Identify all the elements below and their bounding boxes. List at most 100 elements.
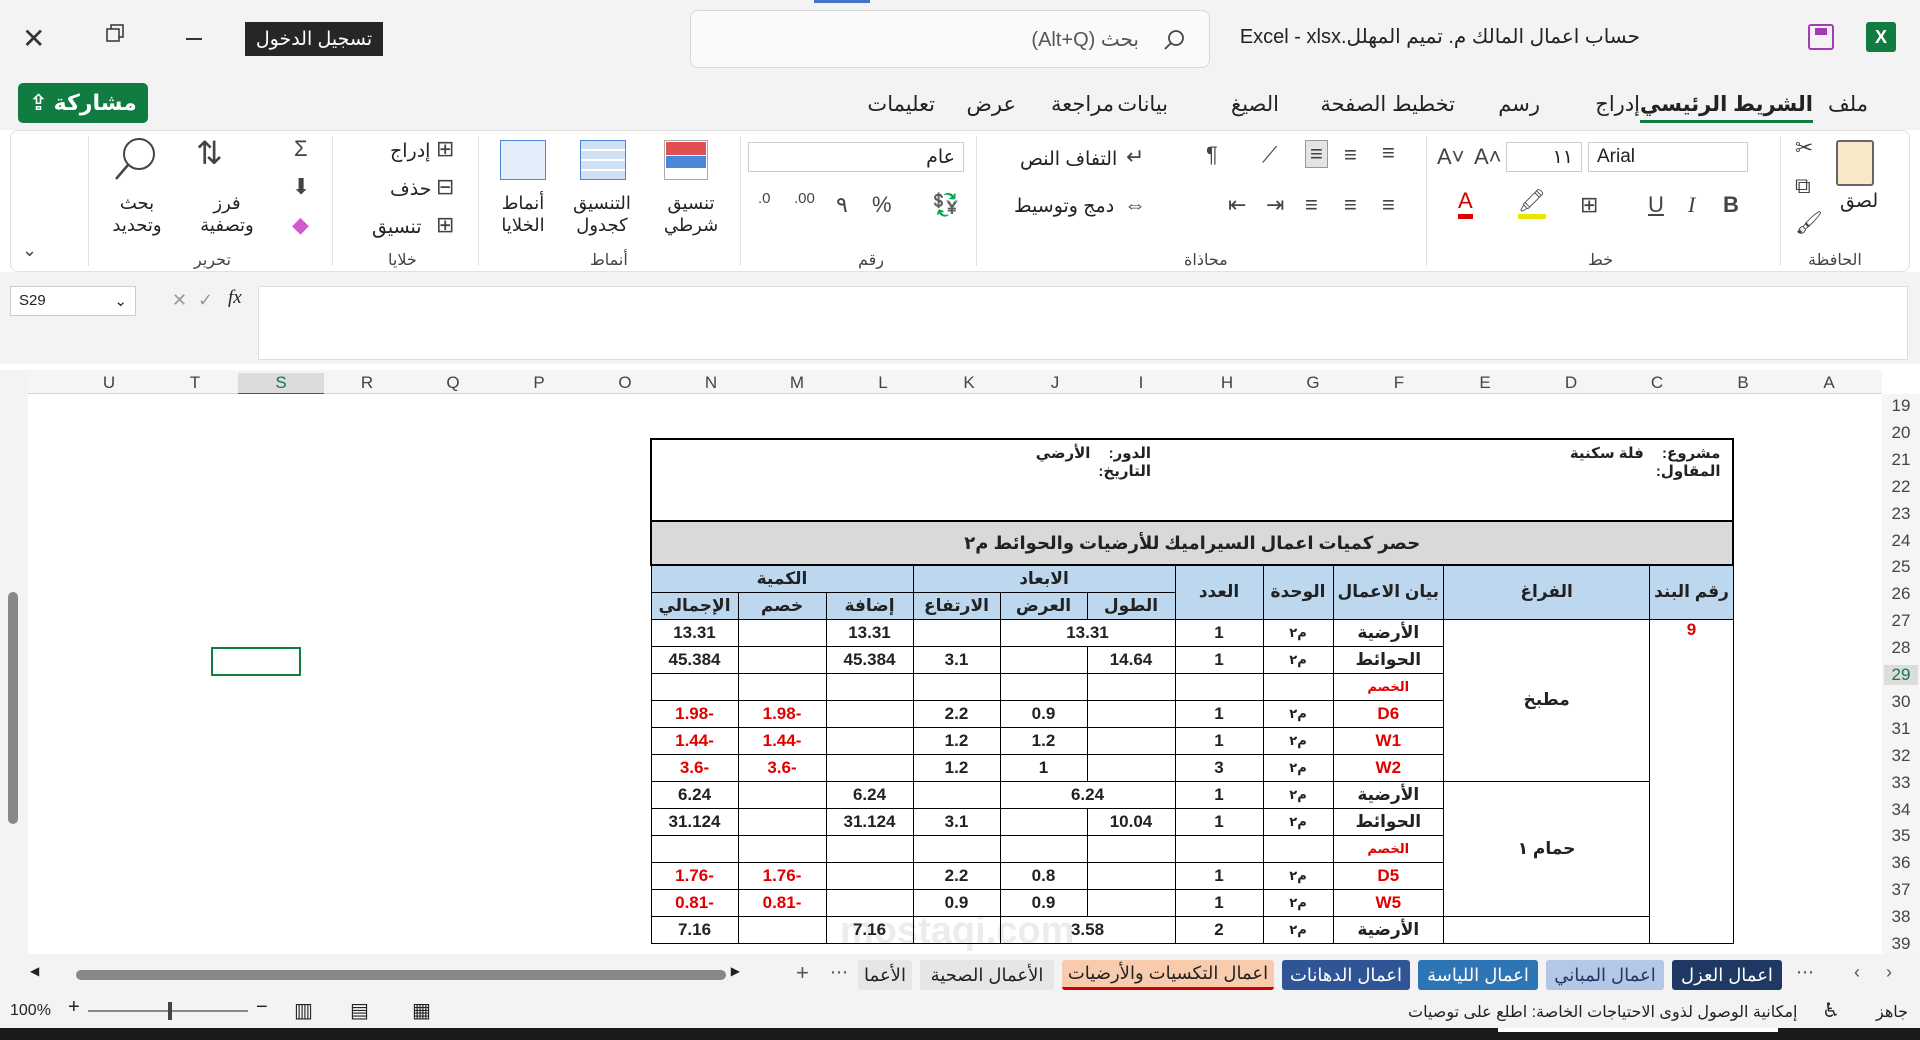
length-cell[interactable] [1086, 699, 1176, 728]
total-cell[interactable]: 7.16 [650, 915, 739, 944]
work-description[interactable]: الأرضية [1332, 915, 1445, 944]
deduction-cell[interactable] [737, 645, 827, 674]
width-cell[interactable] [999, 645, 1088, 674]
indent-icon[interactable]: ⇥ [1266, 192, 1284, 218]
count-cell[interactable] [1174, 834, 1264, 863]
deduction-cell[interactable]: -1.76 [737, 861, 827, 890]
space-name[interactable]: حمام ١ [1443, 780, 1651, 917]
row-header-22[interactable]: 22 [1884, 477, 1918, 497]
sort-filter-button[interactable]: فرز وتصفية [196, 192, 258, 236]
width-cell[interactable]: 1.2 [999, 726, 1088, 755]
length-cell[interactable] [1086, 672, 1176, 701]
count-cell[interactable]: 2 [1174, 915, 1264, 944]
format-as-table-button[interactable]: التنسيق كجدول [562, 192, 642, 236]
decrease-decimal-icon[interactable]: .0 [758, 190, 771, 207]
insert-cells-button[interactable]: إدراج [390, 140, 430, 163]
row-header-28[interactable]: 28 [1884, 638, 1918, 658]
length-width-cell[interactable]: 6.24 [999, 780, 1176, 809]
total-cell[interactable]: -0.81 [650, 888, 739, 917]
menu-help[interactable]: تعليمات [867, 92, 935, 117]
row-header-31[interactable]: 31 [1884, 719, 1918, 739]
menu-view[interactable]: عرض [966, 92, 1016, 117]
column-header-K[interactable]: K [926, 373, 1012, 393]
unit-cell[interactable]: م٢ [1262, 753, 1334, 782]
row-header-19[interactable]: 19 [1884, 396, 1918, 416]
width-cell[interactable]: 0.8 [999, 861, 1088, 890]
close-icon[interactable]: ✕ [22, 22, 45, 55]
total-cell[interactable]: -3.6 [650, 753, 739, 782]
total-cell[interactable] [650, 672, 739, 701]
search-box[interactable]: بحث (Alt+Q) [690, 10, 1210, 68]
length-cell[interactable]: 14.64 [1086, 645, 1176, 674]
total-cell[interactable]: 6.24 [650, 780, 739, 809]
unit-cell[interactable]: م٢ [1262, 915, 1334, 944]
total-cell[interactable]: 13.31 [650, 618, 739, 647]
space-name[interactable] [1443, 915, 1651, 944]
menu-formulas[interactable]: الصيغ [1231, 92, 1279, 117]
tab-painting[interactable]: اعمال الدهانات [1282, 960, 1410, 990]
menu-data[interactable]: بيانات [1117, 92, 1168, 117]
work-description[interactable]: الحوائط [1332, 807, 1445, 836]
row-header-26[interactable]: 26 [1884, 584, 1918, 604]
count-cell[interactable]: 1 [1174, 861, 1264, 890]
row-header-23[interactable]: 23 [1884, 504, 1918, 524]
fx-icon[interactable]: fx [228, 287, 242, 309]
row-header-21[interactable]: 21 [1884, 450, 1918, 470]
column-header-G[interactable]: G [1270, 373, 1356, 393]
format-cells-button[interactable]: تنسيق [372, 216, 422, 239]
row-header-27[interactable]: 27 [1884, 611, 1918, 631]
menu-page-layout[interactable]: تخطيط الصفحة [1320, 92, 1455, 117]
height-cell[interactable]: 3.1 [912, 807, 1001, 836]
normal-view-icon[interactable]: ▦ [412, 998, 431, 1023]
percent-icon[interactable]: % [872, 192, 892, 218]
length-cell[interactable] [1086, 753, 1176, 782]
align-top-icon[interactable]: ≡ [1382, 140, 1395, 166]
menu-review[interactable]: مراجعة [1051, 92, 1114, 117]
menu-insert[interactable]: إدراج [1595, 92, 1640, 117]
page-layout-view-icon[interactable]: ▤ [350, 998, 369, 1023]
row-header-20[interactable]: 20 [1884, 423, 1918, 443]
unit-cell[interactable]: م٢ [1262, 888, 1334, 917]
font-name-select[interactable]: Arial [1588, 142, 1748, 172]
accessibility-status[interactable]: إمكانية الوصول لذوى الاحتياجات الخاصة: ا… [1408, 1002, 1797, 1022]
deduction-cell[interactable] [737, 807, 827, 836]
column-header-E[interactable]: E [1442, 373, 1528, 393]
column-header-C[interactable]: C [1614, 373, 1700, 393]
column-header-R[interactable]: R [324, 373, 410, 393]
number-format-select[interactable]: عام [748, 142, 964, 172]
cancel-icon[interactable]: ✕ [172, 290, 187, 311]
height-cell[interactable] [912, 618, 1001, 647]
wrap-text-button[interactable]: التفاف النص [1020, 148, 1117, 171]
deduction-cell[interactable] [737, 915, 827, 944]
column-header-N[interactable]: N [668, 373, 754, 393]
column-header-L[interactable]: L [840, 373, 926, 393]
addition-cell[interactable] [825, 861, 914, 890]
minimize-icon[interactable] [186, 38, 202, 40]
length-width-cell[interactable]: 13.31 [999, 618, 1176, 647]
unit-cell[interactable]: م٢ [1262, 645, 1334, 674]
height-cell[interactable]: 2.2 [912, 699, 1001, 728]
addition-cell[interactable]: 13.31 [825, 618, 914, 647]
copy-icon[interactable]: ⧉ [1795, 173, 1811, 199]
scroll-tabs-left-icon[interactable]: ‹ [1854, 962, 1860, 983]
height-cell[interactable]: 1.2 [912, 753, 1001, 782]
work-description[interactable]: الخصم [1332, 834, 1445, 863]
scroll-tabs-right-icon[interactable]: › [1886, 962, 1892, 983]
column-header-H[interactable]: H [1184, 373, 1270, 393]
unit-cell[interactable]: م٢ [1262, 726, 1334, 755]
more-tabs-icon[interactable]: ⋯ [1796, 962, 1814, 983]
outdent-icon[interactable]: ⇤ [1228, 192, 1246, 218]
unit-cell[interactable]: م٢ [1262, 780, 1334, 809]
conditional-formatting-button[interactable]: تنسيق شرطي [656, 192, 726, 236]
count-cell[interactable]: 1 [1174, 726, 1264, 755]
row-header-35[interactable]: 35 [1884, 826, 1918, 846]
column-header-Q[interactable]: Q [410, 373, 496, 393]
work-description[interactable]: D5 [1332, 861, 1445, 890]
height-cell[interactable] [912, 672, 1001, 701]
length-cell[interactable] [1086, 834, 1176, 863]
unit-cell[interactable]: م٢ [1262, 807, 1334, 836]
row-header-33[interactable]: 33 [1884, 773, 1918, 793]
height-cell[interactable]: 3.1 [912, 645, 1001, 674]
row-header-25[interactable]: 25 [1884, 557, 1918, 577]
align-left-icon[interactable]: ≡ [1305, 192, 1318, 218]
